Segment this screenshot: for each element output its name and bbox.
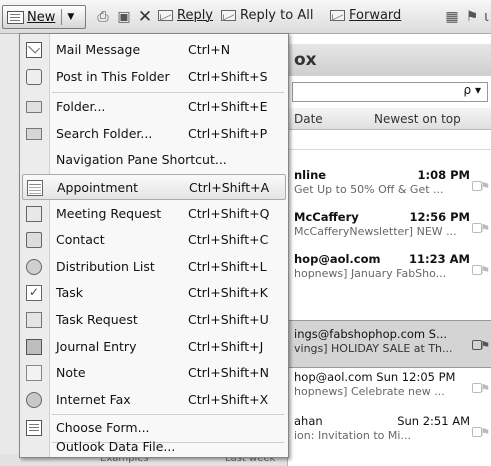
inbox-pane: ox ρ ▾ Date Newest on top nline 1:08 PM … — [287, 34, 491, 466]
new-item-menu: Mail Message Ctrl+N Post in This Folder … — [19, 33, 289, 458]
flag-icon[interactable]: ⚑ — [480, 180, 490, 193]
flag-icon[interactable]: ⚑ — [480, 382, 490, 395]
message-row[interactable]: hop@aol.com Sun 12:05 PM hopnews] Celebr… — [288, 364, 491, 412]
message-row[interactable]: ahan Sun 2:51 AM ion: Invitation to Mi..… — [288, 408, 491, 456]
inbox-title: ox — [288, 44, 491, 76]
toolbar-overflow-icon[interactable]: ι — [482, 9, 491, 25]
search-input[interactable]: ρ ▾ — [292, 82, 488, 102]
menu-item-note[interactable]: Note Ctrl+Shift+N — [22, 360, 286, 386]
message-row[interactable]: hop@aol.com 11:23 AM hopnews] January Fa… — [288, 246, 491, 294]
categorize-icon[interactable]: ▦ — [444, 9, 460, 25]
menu-item-distribution-list[interactable]: Distribution List Ctrl+Shift+L — [22, 254, 286, 280]
calendar-icon — [27, 180, 43, 196]
new-mail-icon — [7, 10, 24, 24]
internet-fax-icon — [26, 392, 42, 408]
menu-item-internet-fax[interactable]: Internet Fax Ctrl+Shift+X — [22, 387, 286, 413]
print-icon[interactable]: ⎙ — [95, 9, 111, 25]
reply-icon — [158, 10, 173, 21]
menu-item-navigation-pane-shortcut[interactable]: Navigation Pane Shortcut... — [22, 147, 286, 173]
post-icon — [26, 69, 42, 85]
menu-item-folder[interactable]: Folder... Ctrl+Shift+E — [22, 94, 286, 120]
menu-separator — [52, 92, 284, 93]
menu-item-task-request[interactable]: Task Request Ctrl+Shift+U — [22, 307, 286, 333]
menu-item-meeting-request[interactable]: Meeting Request Ctrl+Shift+Q — [22, 201, 286, 227]
menu-item-appointment[interactable]: Appointment Ctrl+Shift+A — [22, 174, 286, 200]
new-button[interactable]: New ▼ — [2, 5, 86, 29]
column-date[interactable]: Date — [294, 112, 323, 126]
flag-icon[interactable]: ⚑ — [480, 426, 490, 439]
mail-message-icon — [26, 42, 42, 58]
new-button-label: New — [27, 9, 56, 25]
flag-icon[interactable]: ⚑ — [480, 222, 490, 235]
contact-card-icon — [26, 232, 42, 248]
search-folder-icon — [26, 128, 42, 140]
reply-all-icon — [221, 10, 236, 21]
meeting-request-icon — [26, 206, 42, 222]
menu-item-post-in-folder[interactable]: Post in This Folder Ctrl+Shift+S — [22, 64, 286, 90]
task-icon — [26, 285, 42, 301]
split-divider — [61, 9, 63, 25]
reply-button[interactable]: Reply — [158, 8, 213, 23]
message-row[interactable]: nline 1:08 PM Get Up to 50% Off & Get ..… — [288, 162, 491, 210]
move-to-folder-icon[interactable]: ▣ — [116, 9, 132, 25]
menu-item-contact[interactable]: Contact Ctrl+Shift+C — [22, 227, 286, 253]
message-row[interactable]: McCaffery 12:56 PM McCafferyNewsletter] … — [288, 204, 491, 252]
menu-item-outlook-data-file[interactable]: Outlook Data File... — [22, 437, 286, 457]
menu-item-mail-message[interactable]: Mail Message Ctrl+N — [22, 37, 286, 63]
chevron-down-icon[interactable]: ▼ — [67, 12, 74, 22]
forward-button[interactable]: Forward — [330, 8, 401, 23]
folder-icon — [26, 101, 42, 113]
menu-item-journal-entry[interactable]: Journal Entry Ctrl+Shift+J — [22, 334, 286, 360]
group-header[interactable] — [288, 132, 491, 150]
message-row-selected[interactable]: ings@fabshophop.com S... vings] HOLIDAY … — [288, 320, 491, 368]
journal-icon — [26, 339, 42, 355]
standard-toolbar: New ▼ ⎙ ▣ ✕ Reply Reply to All Forward ▦… — [0, 0, 491, 34]
flag-icon[interactable]: ⚑ — [480, 264, 490, 277]
reply-all-button[interactable]: Reply to All — [221, 8, 313, 23]
form-icon — [26, 420, 42, 436]
column-sort[interactable]: Newest on top — [374, 112, 461, 126]
forward-icon — [330, 10, 345, 21]
delete-icon[interactable]: ✕ — [137, 9, 153, 26]
flag-icon[interactable]: ⚑ — [480, 339, 490, 352]
column-header[interactable]: Date Newest on top — [288, 108, 491, 130]
distribution-list-icon — [26, 259, 42, 275]
task-request-icon — [26, 312, 42, 328]
menu-item-search-folder[interactable]: Search Folder... Ctrl+Shift+P — [22, 121, 286, 147]
follow-up-flag-icon[interactable]: ⚑ — [464, 9, 480, 25]
menu-item-task[interactable]: Task Ctrl+Shift+K — [22, 280, 286, 306]
note-icon — [26, 365, 42, 381]
